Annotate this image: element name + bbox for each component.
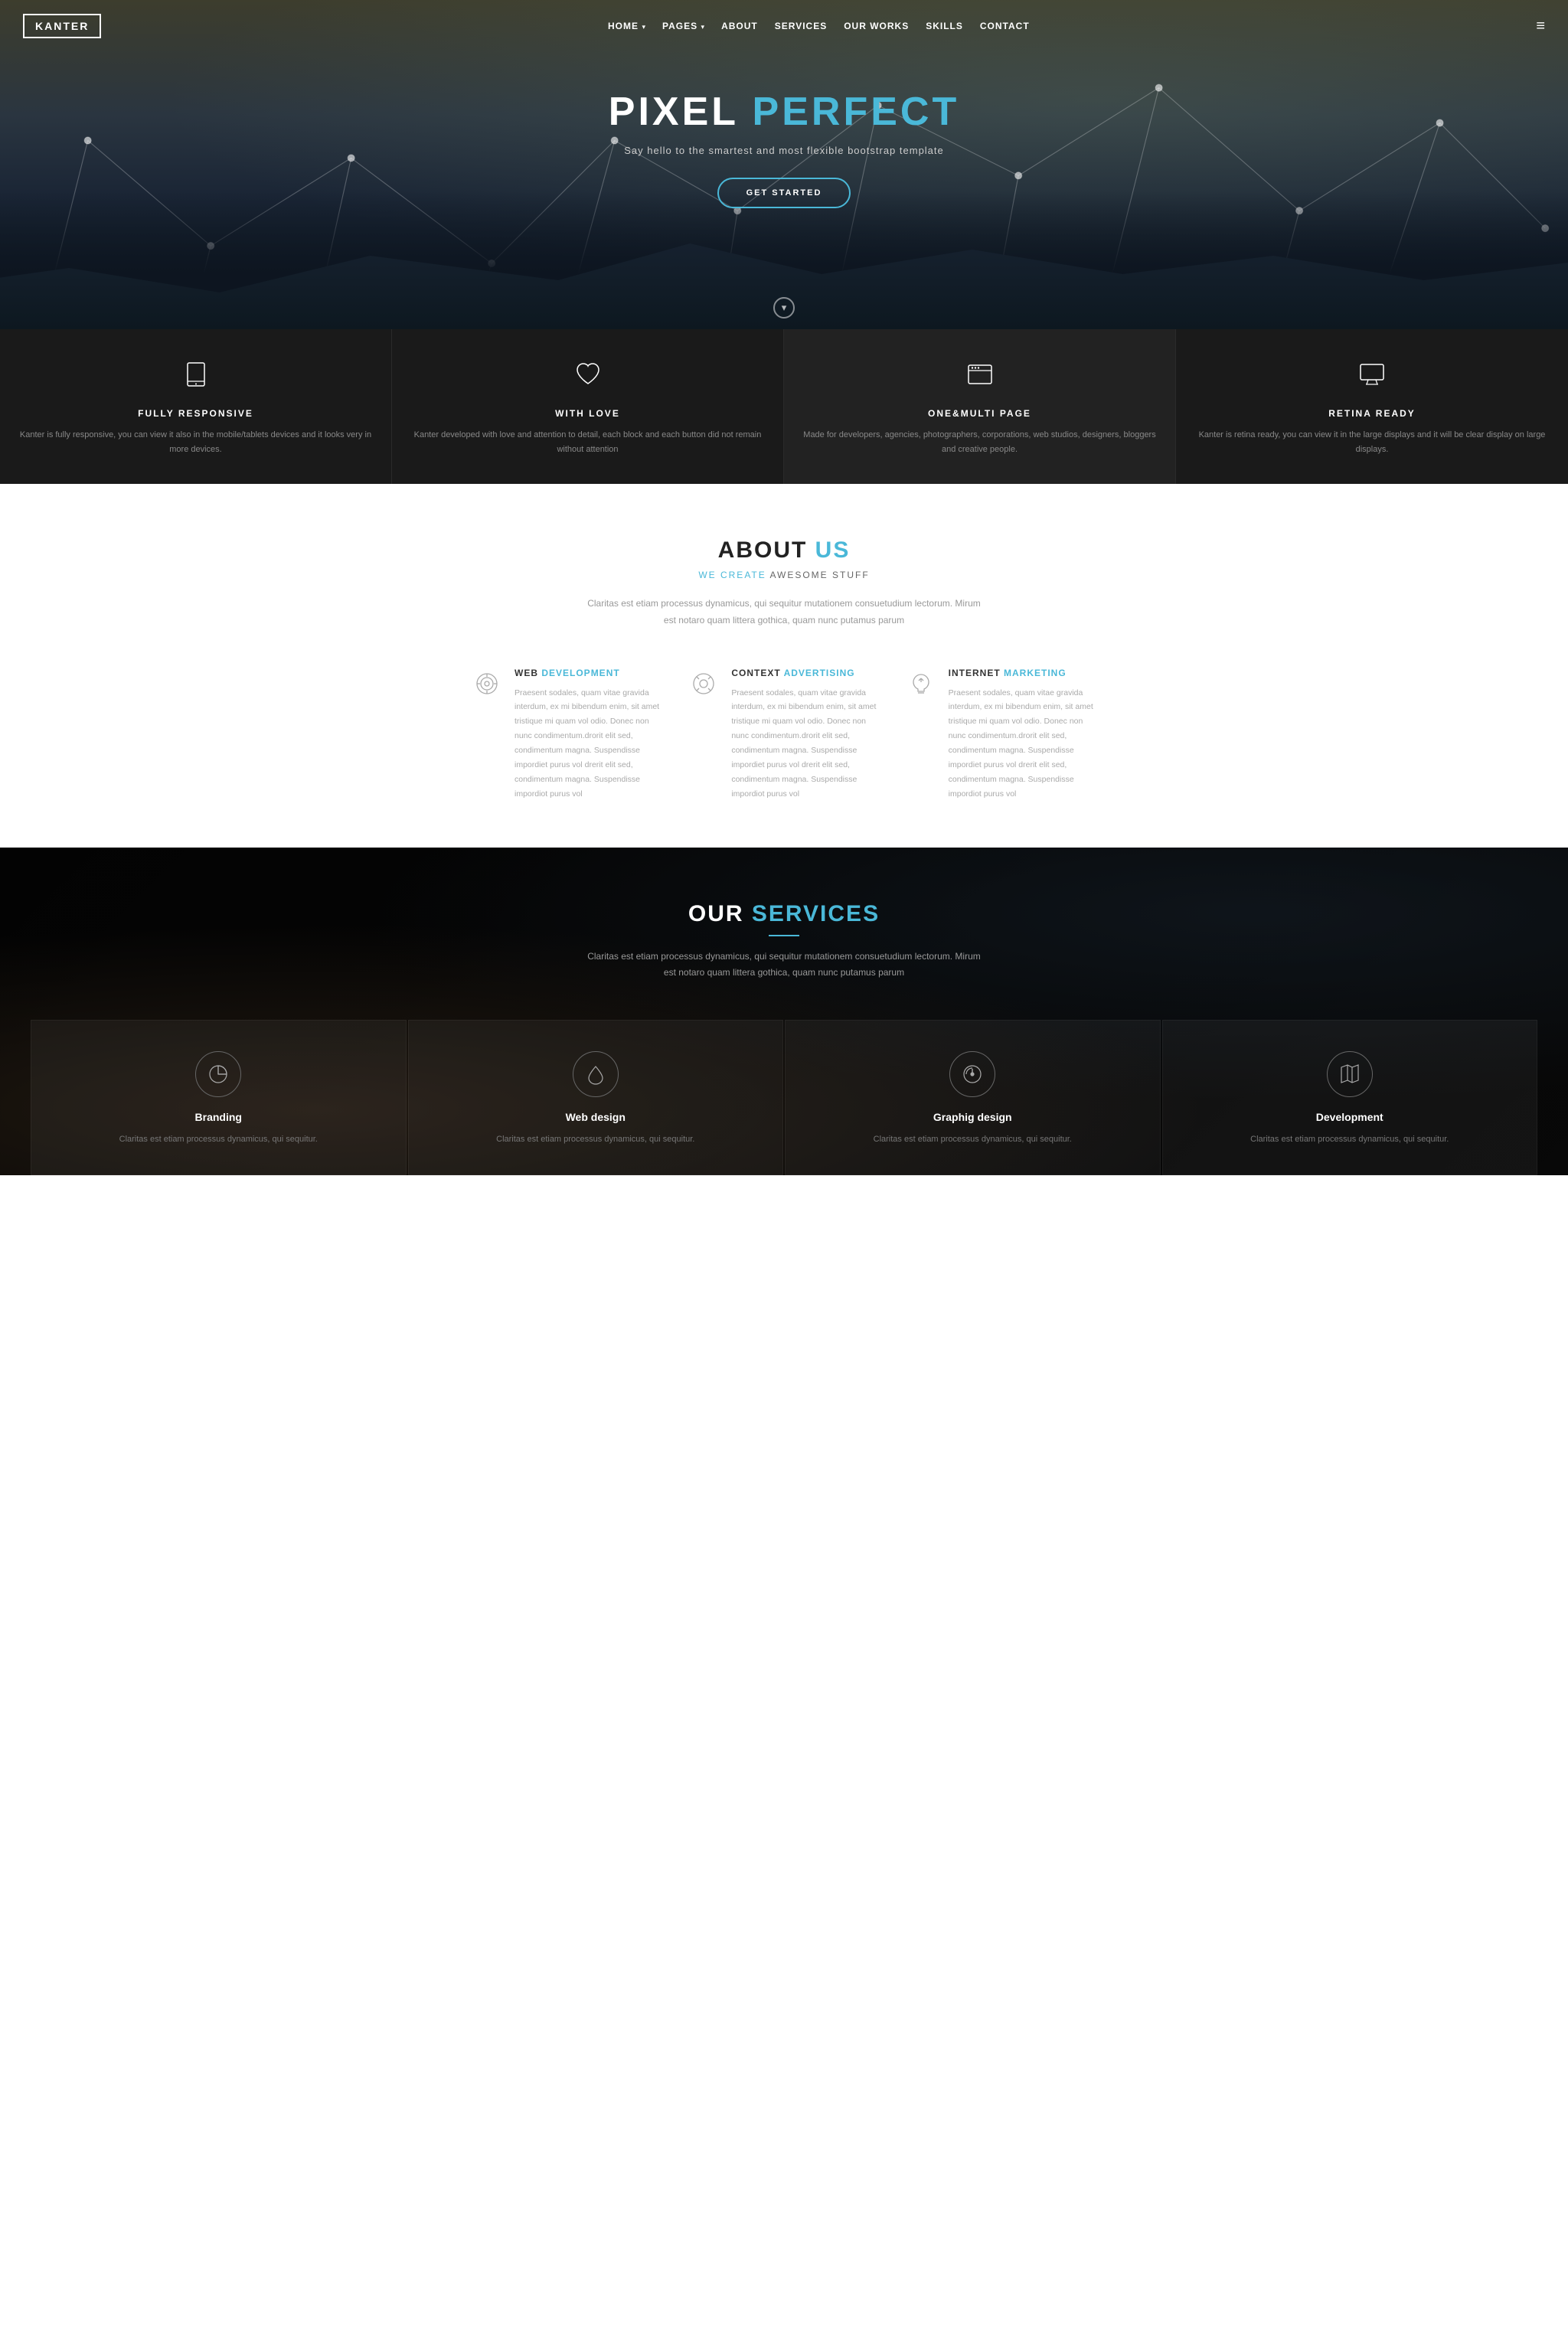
- services-inner: OUR SERVICES Claritas est etiam processu…: [31, 901, 1537, 1175]
- service-card-graphic-design-title: Graphig design: [801, 1111, 1145, 1123]
- navbar: KANTER HOME ▾ PAGES ▾ ABOUT SERVICES OUR…: [0, 0, 1568, 52]
- nav-links: HOME ▾ PAGES ▾ ABOUT SERVICES OUR WORKS …: [608, 19, 1030, 33]
- about-heading-plain: ABOUT: [718, 537, 815, 563]
- feature-multi-page: ONE&MULTI PAGE Made for developers, agen…: [784, 329, 1176, 484]
- about-desc: Claritas est etiam processus dynamicus, …: [585, 596, 983, 629]
- service-card-branding-text: Claritas est etiam processus dynamicus, …: [47, 1132, 390, 1147]
- feature-text-page: Made for developers, agencies, photograp…: [802, 428, 1157, 456]
- about-subheading-plain: AWESOME STUFF: [766, 570, 870, 580]
- nav-item-about[interactable]: ABOUT: [721, 19, 758, 33]
- tablet-icon: [18, 360, 373, 396]
- service-card-web-design: Web design Claritas est etiam processus …: [408, 1020, 784, 1175]
- feature-title-retina: RETINA READY: [1194, 408, 1550, 419]
- about-service-marketing: INTERNET MARKETING Praesent sodales, qua…: [904, 668, 1098, 802]
- service-card-development: Development Claritas est etiam processus…: [1162, 1020, 1538, 1175]
- service-card-web-design-text: Claritas est etiam processus dynamicus, …: [424, 1132, 768, 1147]
- about-heading-accent: US: [815, 537, 851, 563]
- about-service-marketing-title: INTERNET MARKETING: [949, 668, 1098, 678]
- service-card-graphic-design-text: Claritas est etiam processus dynamicus, …: [801, 1132, 1145, 1147]
- about-service-advertising-text: Praesent sodales, quam vitae gravida int…: [731, 686, 880, 802]
- dropdown-arrow-home: ▾: [642, 23, 645, 31]
- services-heading-accent: SERVICES: [752, 901, 880, 926]
- get-started-button[interactable]: GET STARTED: [717, 178, 851, 208]
- services-section: OUR SERVICES Claritas est etiam processu…: [0, 848, 1568, 1175]
- chevron-down-icon: ▾: [782, 302, 787, 314]
- feature-title-responsive: FULLY RESPONSIVE: [18, 408, 373, 419]
- map-icon: [1327, 1051, 1373, 1097]
- features-section: FULLY RESPONSIVE Kanter is fully respons…: [0, 329, 1568, 484]
- service-card-web-design-title: Web design: [424, 1111, 768, 1123]
- about-service-web-dev-text: Praesent sodales, quam vitae gravida int…: [514, 686, 664, 802]
- nav-item-skills[interactable]: SKILLS: [926, 19, 963, 33]
- dial-icon: [949, 1051, 995, 1097]
- feature-text-love: Kanter developed with love and attention…: [410, 428, 765, 456]
- logo[interactable]: KANTER: [23, 14, 101, 38]
- services-grid: Branding Claritas est etiam processus dy…: [31, 1020, 1537, 1175]
- about-subheading: WE CREATE AWESOME STUFF: [46, 570, 1522, 580]
- about-service-web-dev: WEB DEVELOPMENT Praesent sodales, quam v…: [470, 668, 664, 802]
- dropdown-arrow-pages: ▾: [701, 23, 705, 31]
- feature-fully-responsive: FULLY RESPONSIVE Kanter is fully respons…: [0, 329, 392, 484]
- service-card-branding-title: Branding: [47, 1111, 390, 1123]
- about-heading: ABOUT US: [46, 537, 1522, 564]
- services-heading-plain: OUR: [688, 901, 752, 926]
- about-service-advertising-content: CONTEXT ADVERTISING Praesent sodales, qu…: [731, 668, 880, 802]
- about-subheading-accent: WE CREATE: [698, 570, 766, 580]
- about-service-advertising-title: CONTEXT ADVERTISING: [731, 668, 880, 678]
- hero-content: PIXEL PERFECT Say hello to the smartest …: [609, 90, 959, 208]
- about-service-marketing-text: Praesent sodales, quam vitae gravida int…: [949, 686, 1098, 802]
- feature-title-page: ONE&MULTI PAGE: [802, 408, 1157, 419]
- feature-text-retina: Kanter is retina ready, you can view it …: [1194, 428, 1550, 456]
- hero-subtitle: Say hello to the smartest and most flexi…: [609, 145, 959, 156]
- service-card-development-text: Claritas est etiam processus dynamicus, …: [1178, 1132, 1522, 1147]
- nav-item-pages[interactable]: PAGES ▾: [662, 19, 704, 33]
- monitor-icon: [1194, 360, 1550, 396]
- services-desc: Claritas est etiam processus dynamicus, …: [585, 949, 983, 982]
- lifesaver-icon: [687, 668, 720, 701]
- scroll-down-button[interactable]: ▾: [773, 297, 795, 318]
- about-service-advertising: CONTEXT ADVERTISING Praesent sodales, qu…: [687, 668, 880, 802]
- heart-icon: [410, 360, 765, 396]
- about-service-web-dev-content: WEB DEVELOPMENT Praesent sodales, quam v…: [514, 668, 664, 802]
- bulb-icon: [904, 668, 938, 701]
- about-section: ABOUT US WE CREATE AWESOME STUFF Clarita…: [0, 484, 1568, 847]
- nav-item-our-works[interactable]: OUR WORKS: [844, 19, 909, 33]
- service-card-branding: Branding Claritas est etiam processus dy…: [31, 1020, 407, 1175]
- services-heading: OUR SERVICES: [31, 901, 1537, 927]
- pie-icon: [195, 1051, 241, 1097]
- nav-item-home[interactable]: HOME ▾: [608, 19, 645, 33]
- feature-retina: RETINA READY Kanter is retina ready, you…: [1176, 329, 1568, 484]
- nav-item-services[interactable]: SERVICES: [775, 19, 827, 33]
- drop-icon: [573, 1051, 619, 1097]
- target-icon: [470, 668, 504, 701]
- about-services-grid: WEB DEVELOPMENT Praesent sodales, quam v…: [470, 668, 1098, 802]
- browser-icon: [802, 360, 1157, 396]
- hero-title-accent: PERFECT: [753, 90, 960, 134]
- feature-text-responsive: Kanter is fully responsive, you can view…: [18, 428, 373, 456]
- hero-title-plain: PIXEL: [609, 90, 753, 134]
- service-card-development-title: Development: [1178, 1111, 1522, 1123]
- nav-item-contact[interactable]: CONTACT: [980, 19, 1030, 33]
- hero-title: PIXEL PERFECT: [609, 90, 959, 134]
- services-heading-underline: [769, 935, 799, 936]
- feature-with-love: WITH LOVE Kanter developed with love and…: [392, 329, 784, 484]
- about-service-web-dev-title: WEB DEVELOPMENT: [514, 668, 664, 678]
- about-service-marketing-content: INTERNET MARKETING Praesent sodales, qua…: [949, 668, 1098, 802]
- service-card-graphic-design: Graphig design Claritas est etiam proces…: [785, 1020, 1161, 1175]
- menu-icon[interactable]: ≡: [1536, 18, 1545, 35]
- feature-title-love: WITH LOVE: [410, 408, 765, 419]
